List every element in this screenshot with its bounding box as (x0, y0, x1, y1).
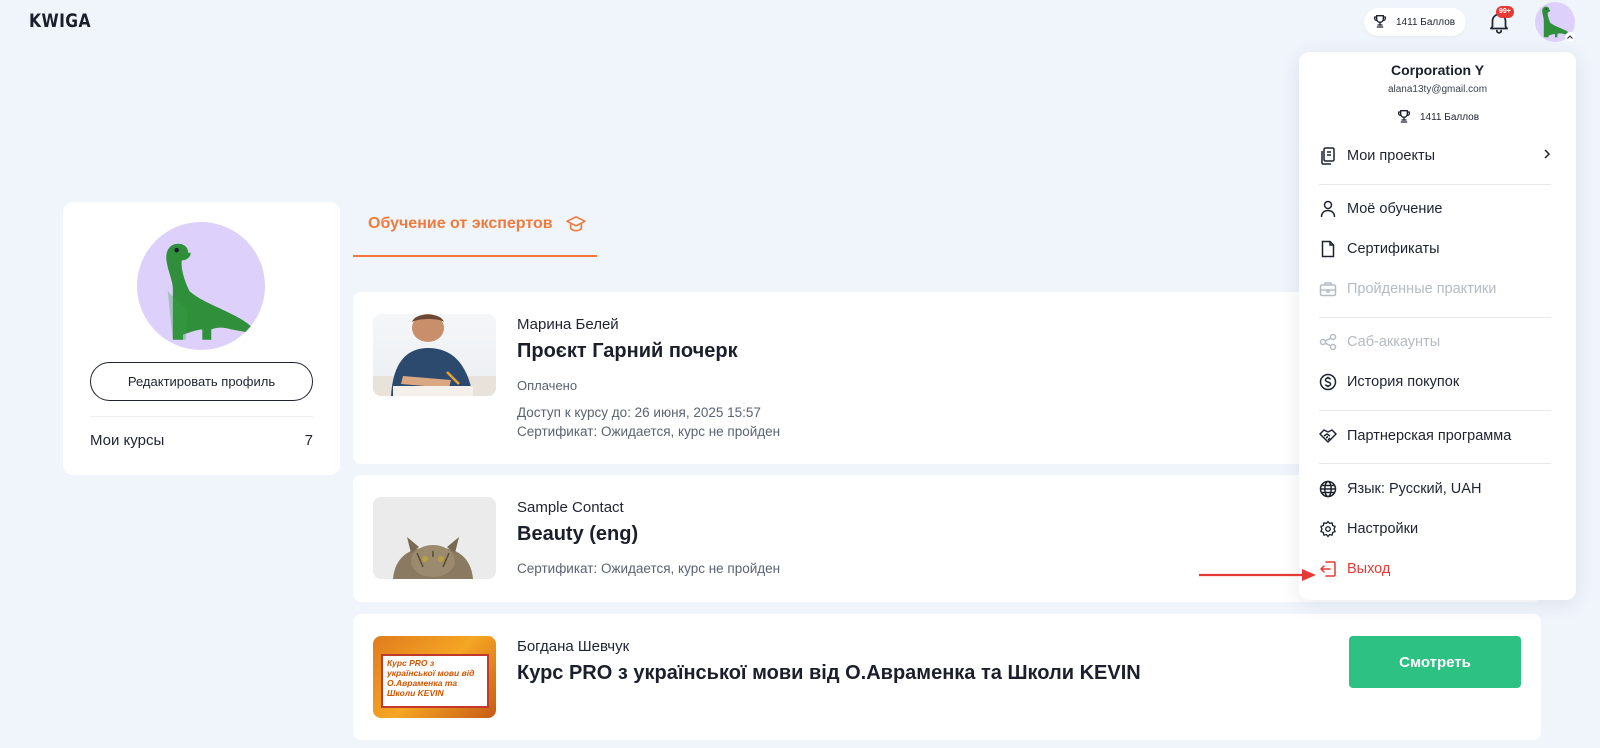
points-label: 1411 Баллов (1419, 112, 1480, 123)
course-access: Доступ к курсу до: 26 июня, 2025 15:57 (517, 405, 761, 420)
profile-card: Редактировать профиль Мои курсы 7 (63, 202, 340, 475)
chevron-up-icon (1565, 32, 1575, 42)
account-points: 1411 Баллов (1299, 108, 1576, 127)
graduation-cap-icon (565, 215, 587, 238)
menu-item-partner-program[interactable]: Партнерская программа (1319, 424, 1551, 448)
menu-item-label: Саб-аккаунты (1347, 334, 1441, 350)
menu-item-sub-accounts[interactable]: Саб-аккаунты (1319, 330, 1551, 354)
menu-item-label: Пройденные практики (1347, 281, 1497, 297)
kwiga-logo[interactable]: KWIGA (29, 10, 91, 32)
points-pill[interactable]: 1411 Баллов (1364, 8, 1466, 36)
handshake-icon (1319, 427, 1337, 445)
profile-avatar (137, 222, 265, 350)
menu-item-my-projects[interactable]: Мои проекты (1319, 144, 1551, 168)
course-title[interactable]: Beauty (eng) (517, 523, 638, 546)
chevron-right-icon (1543, 148, 1551, 164)
dinosaur-avatar-icon (166, 243, 260, 340)
menu-item-settings[interactable]: Настройки (1319, 517, 1551, 541)
course-thumbnail (373, 497, 496, 579)
projects-icon (1319, 147, 1337, 165)
logout-icon (1319, 560, 1337, 578)
bell-icon (1486, 13, 1512, 39)
globe-icon (1319, 480, 1337, 498)
account-name: Corporation Y (1390, 62, 1485, 78)
menu-item-label: Партнерская программа (1347, 428, 1512, 444)
course-status: Оплачено (517, 378, 578, 393)
user-icon (1319, 200, 1337, 218)
menu-item-my-learning[interactable]: Моё обучение (1319, 197, 1551, 221)
watch-button[interactable]: Смотреть (1349, 636, 1521, 688)
edit-profile-button[interactable]: Редактировать профиль (90, 362, 313, 401)
divider (1319, 463, 1551, 464)
course-certificate: Сертификат: Ожидается, курс не пройден (517, 561, 781, 576)
menu-item-label: Моё обучение (1347, 201, 1443, 217)
menu-item-purchase-history[interactable]: История покупок (1319, 370, 1551, 394)
divider (1319, 184, 1551, 185)
my-courses-row[interactable]: Мои курсы 7 (90, 432, 313, 449)
share-icon (1319, 333, 1337, 351)
thumbnail-caption: Курс PRO з української мови від О.Авраме… (381, 654, 489, 708)
course-thumbnail (373, 314, 496, 396)
menu-item-label: Язык: Русский, UAH (1347, 481, 1482, 497)
menu-item-language[interactable]: Язык: Русский, UAH (1319, 477, 1551, 501)
course-author: Марина Белей (517, 316, 619, 333)
course-thumbnail: Курс PRO з української мови від О.Авраме… (373, 636, 496, 718)
tab-label: Обучение от экспертов (368, 215, 553, 232)
document-icon (1319, 240, 1337, 258)
gear-icon (1319, 520, 1337, 538)
course-title[interactable]: Курс PRO з української мови від О.Авраме… (517, 662, 1141, 685)
divider (90, 416, 313, 417)
course-certificate: Сертификат: Ожидается, курс не пройден (517, 424, 781, 439)
menu-item-label: Выход (1347, 561, 1391, 577)
notifications-badge: 99+ (1496, 6, 1514, 18)
user-menu-dropdown: Corporation Y alana13ty@gmail.com 1411 Б… (1299, 52, 1576, 600)
my-courses-count: 7 (304, 432, 313, 449)
briefcase-icon (1319, 280, 1337, 298)
account-email: alana13ty@gmail.com (1387, 84, 1488, 95)
menu-item-label: Мои проекты (1347, 148, 1436, 164)
trophy-icon (1372, 13, 1388, 32)
divider (1319, 317, 1551, 318)
course-title[interactable]: Проєкт Гарний почерк (517, 340, 738, 363)
course-card[interactable]: Курс PRO з української мови від О.Авраме… (353, 614, 1541, 740)
course-author: Sample Contact (517, 499, 624, 516)
menu-item-label: Настройки (1347, 521, 1419, 537)
trophy-icon (1396, 108, 1412, 127)
dollar-icon (1319, 373, 1337, 391)
arrow-icon (1199, 569, 1316, 581)
my-courses-label: Мои курсы (90, 432, 165, 449)
points-label: 1411 Баллов (1396, 16, 1456, 28)
menu-item-certificates[interactable]: Сертификаты (1319, 237, 1551, 261)
tab-expert-learning[interactable]: Обучение от экспертов (353, 215, 597, 257)
menu-item-label: Сертификаты (1347, 241, 1440, 257)
divider (1319, 410, 1551, 411)
menu-item-label: История покупок (1347, 374, 1460, 390)
course-author: Богдана Шевчук (517, 638, 630, 655)
menu-item-logout[interactable]: Выход (1319, 557, 1551, 581)
menu-item-completed-practices[interactable]: Пройденные практики (1319, 277, 1551, 301)
